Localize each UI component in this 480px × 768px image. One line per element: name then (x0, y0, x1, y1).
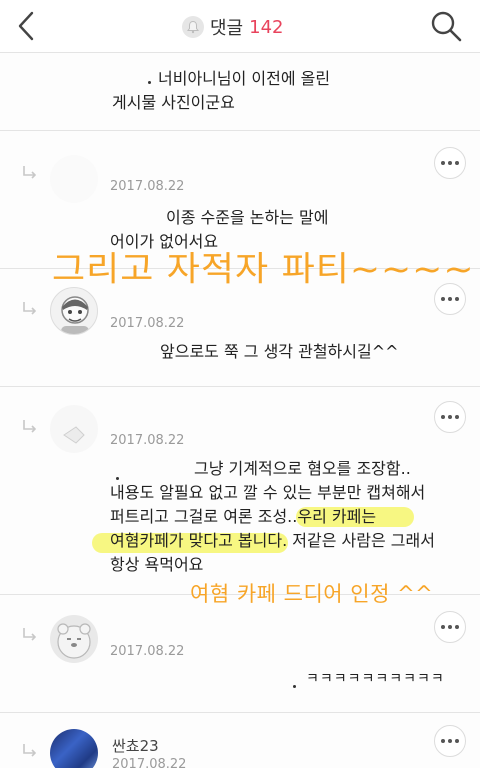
comment-count: 142 (249, 16, 284, 38)
overlay-annotation-small: 여혐 카페 드디어 인정 ^^ (190, 582, 434, 606)
more-options-button[interactable] (434, 401, 466, 433)
comment-text-line: 게시물 사진이군요 (112, 93, 235, 112)
text-speck (148, 81, 151, 84)
avatar[interactable] (50, 405, 98, 453)
reply-arrow-icon (23, 420, 37, 433)
avatar[interactable] (50, 729, 98, 768)
header-title-group: 댓글 142 (182, 14, 283, 40)
comment-text-line: 그냥 기계적으로 혐오를 조장함.. (194, 459, 411, 478)
comment-item: 2017.08.22 ㅋㅋㅋㅋㅋㅋㅋㅋㅋㅋ (0, 595, 480, 713)
reply-arrow-icon (23, 628, 37, 641)
comment-text-line: 이종 수준을 논하는 말에 (166, 208, 329, 227)
comment-date: 2017.08.22 (112, 757, 187, 768)
avatar[interactable] (50, 615, 98, 663)
comment-date: 2017.08.22 (110, 644, 185, 659)
reply-arrow-icon (23, 302, 37, 315)
comment-text-line: 항상 욕먹어요 (110, 555, 204, 574)
comment-text-line: 여혐카페가 맞다고 봅니다. 저같은 사람은 그래서 (110, 531, 435, 550)
comment-item: 너비아니님이 이전에 올린 게시물 사진이군요 (0, 52, 480, 132)
reply-arrow-icon (23, 166, 37, 179)
more-options-button[interactable] (434, 147, 466, 179)
comment-date: 2017.08.22 (110, 316, 185, 331)
comment-text-line: 너비아니님이 이전에 올린 (158, 69, 331, 88)
search-icon (431, 11, 462, 42)
page-title: 댓글 (210, 18, 244, 39)
comment-date: 2017.08.22 (110, 433, 185, 448)
bell-icon (182, 16, 204, 38)
reply-arrow-icon (23, 744, 37, 757)
more-options-button[interactable] (434, 611, 466, 643)
more-icon (441, 415, 459, 419)
more-options-button[interactable] (434, 725, 466, 757)
more-icon (441, 297, 459, 301)
more-icon (441, 161, 459, 165)
avatar[interactable] (50, 287, 98, 335)
text-speck (116, 477, 119, 480)
comment-text-line: 앞으로도 쭉 그 생각 관철하시길^^ (160, 342, 399, 361)
comment-item: 2017.08.22 그냥 기계적으로 혐오를 조장함.. 내용도 알필요 없고… (0, 387, 480, 593)
more-icon (441, 625, 459, 629)
comment-text-line: 내용도 알필요 없고 깔 수 있는 부분만 캡쳐해서 (110, 483, 426, 502)
comment-text-line: ㅋㅋㅋㅋㅋㅋㅋㅋㅋㅋ (306, 671, 445, 687)
avatar[interactable] (50, 155, 98, 203)
top-bar: 댓글 142 (0, 0, 480, 52)
back-button[interactable] (14, 10, 40, 42)
text-speck (293, 685, 296, 688)
overlay-annotation-big: 그리고 자적자 파티~~~~ (52, 249, 475, 289)
comment-item: 싼쵸23 2017.08.22 (0, 713, 480, 768)
chevron-left-icon (18, 11, 34, 41)
comment-text-line: 퍼트리고 그걸로 여론 조성..우리 카페는 (110, 507, 377, 526)
more-icon (441, 739, 459, 743)
comment-date: 2017.08.22 (110, 179, 185, 194)
search-button[interactable] (428, 8, 464, 44)
comment-author[interactable]: 싼쵸23 (112, 735, 159, 756)
